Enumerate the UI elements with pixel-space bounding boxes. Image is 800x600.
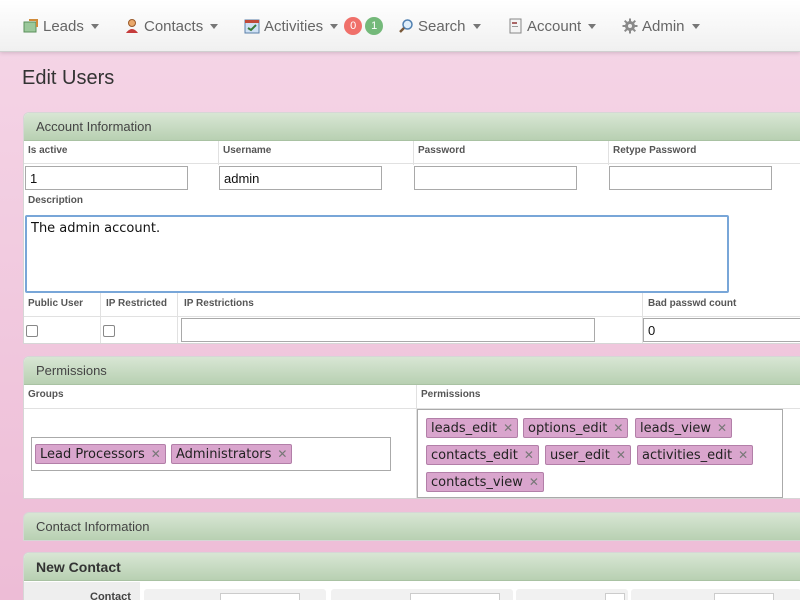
contact-field-input[interactable]: [605, 593, 625, 600]
tag-label: leads_edit: [431, 420, 498, 436]
account-information-header[interactable]: Account Information: [24, 113, 800, 141]
tag-label: Lead Processors: [40, 446, 145, 462]
bad-passwd-count-input[interactable]: 0: [643, 318, 800, 342]
permissions-header[interactable]: Permissions: [24, 357, 800, 385]
contact-field-input[interactable]: [714, 593, 774, 600]
chevron-down-icon: [210, 23, 219, 29]
col-divider: [608, 141, 609, 165]
top-navbar: Leads Contacts Activities 0 1 Search Acc…: [0, 0, 800, 52]
col-divider: [413, 141, 414, 165]
activities-icon: [244, 18, 260, 34]
nav-search[interactable]: Search: [398, 0, 481, 52]
description-label: Description: [28, 195, 84, 206]
col-divider: [218, 141, 219, 165]
nav-account-label: Account: [527, 17, 582, 35]
new-contact-panel: New Contact Contact: [23, 552, 800, 600]
tag-label: user_edit: [550, 447, 610, 463]
account-icon: [507, 18, 523, 34]
group-tag[interactable]: Administrators ✕: [171, 444, 293, 464]
page-title: Edit Users: [22, 67, 115, 89]
nav-contacts[interactable]: Contacts: [124, 0, 219, 52]
chevron-down-icon: [90, 23, 99, 29]
col-divider: [177, 293, 178, 343]
tag-label: contacts_edit: [431, 447, 518, 463]
nav-activities[interactable]: Activities 0 1: [244, 0, 384, 52]
remove-tag-icon[interactable]: ✕: [613, 421, 623, 435]
password-label: Password: [418, 145, 466, 156]
chevron-down-icon: [330, 23, 339, 29]
ip-restricted-checkbox[interactable]: [103, 325, 115, 337]
ip-restricted-label: IP Restricted: [106, 298, 167, 309]
nav-leads[interactable]: Leads: [23, 0, 99, 52]
nav-leads-label: Leads: [43, 17, 84, 35]
groups-select[interactable]: Lead Processors ✕ Administrators ✕: [31, 437, 391, 471]
row-divider: [24, 316, 800, 317]
remove-tag-icon[interactable]: ✕: [151, 447, 161, 461]
account-information-panel: Account Information Is active Username P…: [23, 112, 800, 344]
activities-badge-red: 0: [344, 17, 363, 35]
activities-badge-green: 1: [365, 17, 384, 35]
bad-passwd-count-label: Bad passwd count: [648, 298, 737, 309]
password-input[interactable]: [414, 166, 577, 190]
remove-tag-icon[interactable]: ✕: [616, 448, 626, 462]
nav-contacts-label: Contacts: [144, 17, 204, 35]
permission-tag[interactable]: user_edit ✕: [545, 445, 631, 465]
chevron-down-icon: [588, 23, 597, 29]
tag-label: contacts_view: [431, 474, 523, 490]
new-contact-header[interactable]: New Contact: [24, 553, 800, 581]
ip-restrictions-input[interactable]: [181, 318, 595, 342]
search-icon: [398, 18, 414, 34]
remove-tag-icon[interactable]: ✕: [717, 421, 727, 435]
remove-tag-icon[interactable]: ✕: [503, 421, 513, 435]
contact-row-label: Contact: [90, 591, 131, 600]
col-divider: [100, 293, 101, 343]
remove-tag-icon[interactable]: ✕: [529, 475, 539, 489]
is-active-label: Is active: [28, 145, 68, 156]
nav-account[interactable]: Account: [507, 0, 597, 52]
tag-label: leads_view: [640, 420, 712, 436]
contact-field-input[interactable]: [220, 593, 300, 600]
remove-tag-icon[interactable]: ✕: [738, 448, 748, 462]
remove-tag-icon[interactable]: ✕: [524, 448, 534, 462]
permission-tag[interactable]: activities_edit ✕: [637, 445, 754, 465]
leads-icon: [23, 18, 39, 34]
permission-tag[interactable]: contacts_edit ✕: [426, 445, 539, 465]
nav-admin[interactable]: Admin: [622, 0, 700, 52]
retype-password-input[interactable]: [609, 166, 772, 190]
description-textarea[interactable]: The admin account.: [25, 215, 729, 293]
gear-icon: [622, 18, 638, 34]
permission-tag[interactable]: options_edit ✕: [523, 418, 629, 438]
public-user-label: Public User: [28, 298, 84, 309]
permissions-select[interactable]: leads_edit ✕ options_edit ✕ leads_view ✕…: [417, 409, 783, 498]
contact-information-panel: Contact Information: [23, 512, 800, 541]
permission-tag[interactable]: leads_edit ✕: [426, 418, 519, 438]
tag-label: activities_edit: [642, 447, 733, 463]
tag-label: Administrators: [176, 446, 272, 462]
retype-password-label: Retype Password: [613, 145, 697, 156]
is-active-input[interactable]: 1: [25, 166, 188, 190]
chevron-down-icon: [472, 23, 481, 29]
group-tag[interactable]: Lead Processors ✕: [35, 444, 166, 464]
username-input[interactable]: admin: [219, 166, 382, 190]
permissions-panel: Permissions Groups Permissions Lead Proc…: [23, 356, 800, 499]
username-label: Username: [223, 145, 272, 156]
ip-restrictions-label: IP Restrictions: [184, 298, 254, 309]
remove-tag-icon[interactable]: ✕: [277, 447, 287, 461]
contact-information-header[interactable]: Contact Information: [24, 513, 800, 540]
tag-label: options_edit: [528, 420, 608, 436]
row-divider: [24, 163, 800, 164]
nav-activities-label: Activities: [264, 17, 324, 35]
contacts-icon: [124, 18, 140, 34]
permission-tag[interactable]: contacts_view ✕: [426, 472, 544, 492]
public-user-checkbox[interactable]: [26, 325, 38, 337]
nav-search-label: Search: [418, 17, 466, 35]
contact-field-input[interactable]: [410, 593, 500, 600]
nav-admin-label: Admin: [642, 17, 685, 35]
chevron-down-icon: [691, 23, 700, 29]
permissions-label: Permissions: [421, 389, 481, 400]
groups-label: Groups: [28, 389, 64, 400]
permission-tag[interactable]: leads_view ✕: [635, 418, 733, 438]
